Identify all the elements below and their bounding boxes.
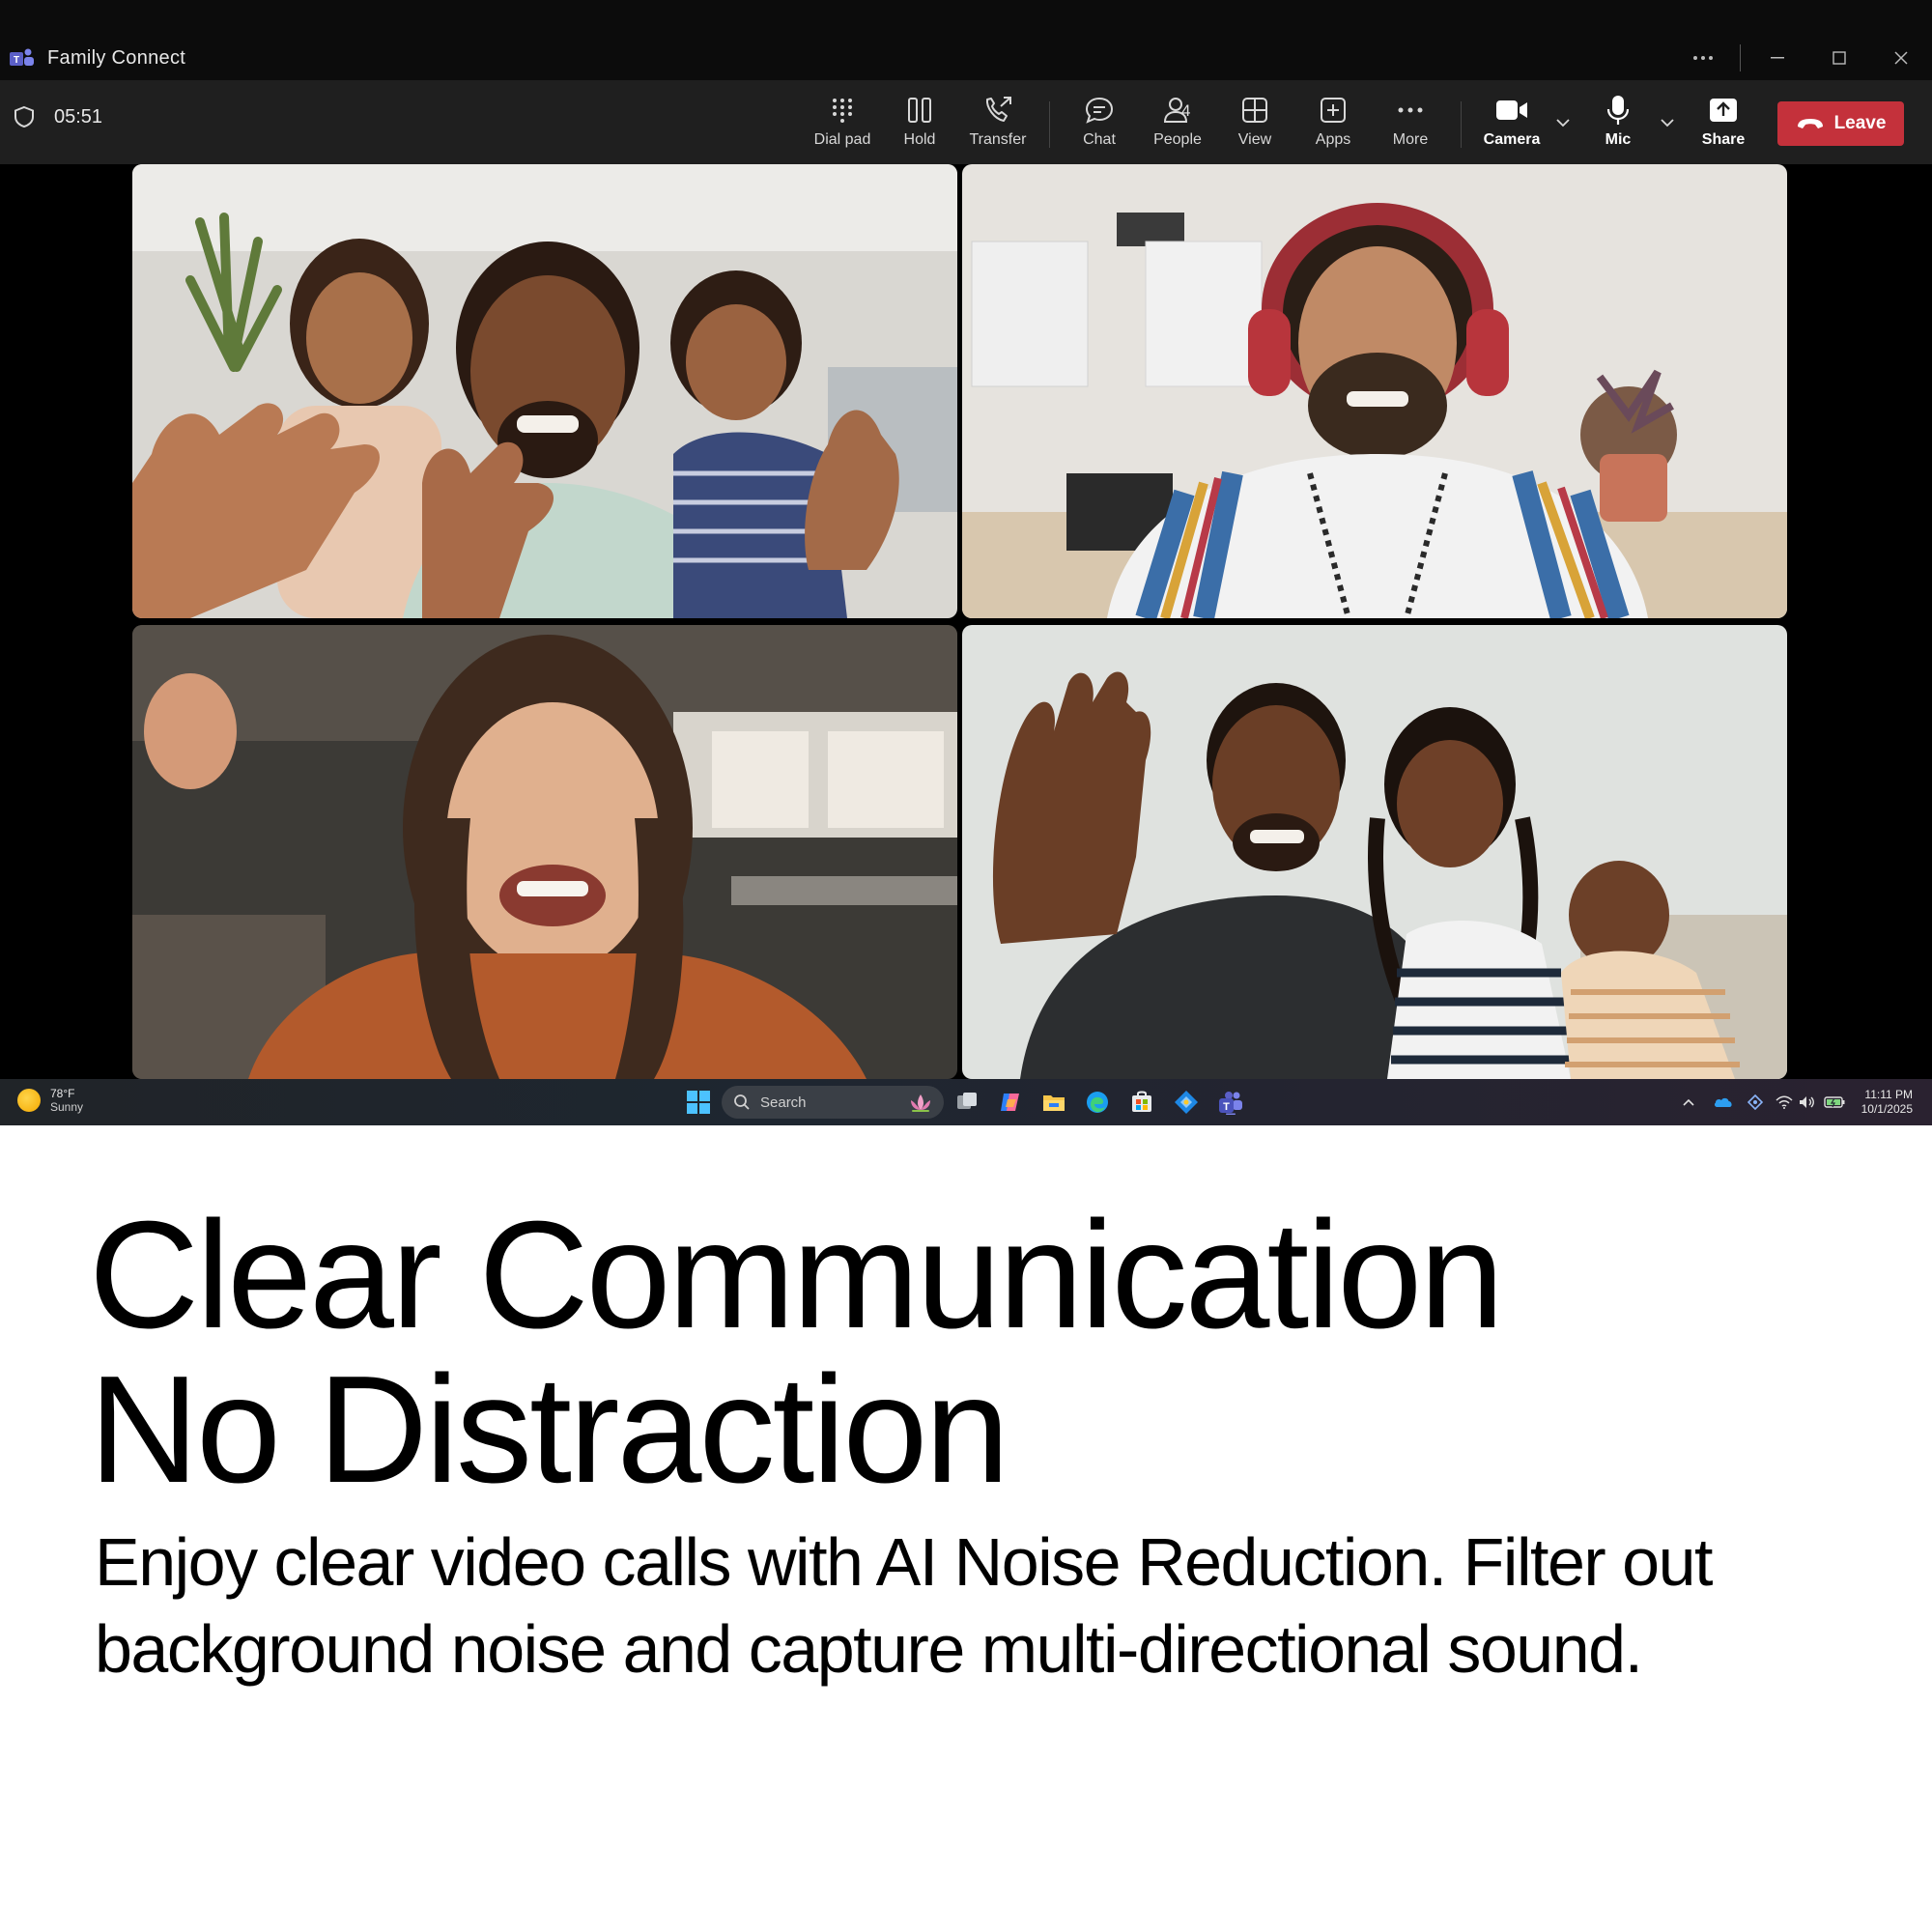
view-button[interactable]: View [1216, 94, 1293, 156]
more-button[interactable]: More [1372, 94, 1449, 156]
headline-line-2: No Distraction [89, 1345, 1009, 1515]
dialpad-button[interactable]: Dial pad [804, 94, 881, 156]
tray-overflow-button[interactable] [1679, 1093, 1698, 1112]
os-taskbar: 78°F Sunny Search T 11:11 PM 10/1/2025 [0, 1079, 1932, 1125]
clock-time: 11:11 PM [1864, 1088, 1913, 1101]
battery-icon [1824, 1096, 1845, 1108]
file-explorer-icon[interactable] [1041, 1090, 1066, 1115]
security-icon [1747, 1094, 1763, 1110]
task-view-icon[interactable] [954, 1090, 980, 1115]
hang-up-icon [1797, 119, 1823, 128]
video-tile-smiling-woman[interactable] [132, 625, 957, 1079]
headline-line-1: Clear Communication [89, 1190, 1504, 1360]
people-count: 4 [1181, 101, 1191, 120]
chat-button[interactable]: Chat [1061, 94, 1138, 156]
mic-options-chevron[interactable] [1658, 113, 1677, 132]
participant-video [962, 625, 1787, 1079]
marketing-subcopy: Enjoy clear video calls with AI Noise Re… [95, 1524, 1713, 1687]
video-tile-family-of-three[interactable] [132, 164, 957, 618]
taskbar-clock[interactable]: 11:11 PM 10/1/2025 [1861, 1088, 1913, 1117]
chevron-up-icon [1683, 1098, 1694, 1106]
teams-call-window: T Family Connect 05:51 Dial pad Hold Tra… [0, 0, 1932, 1125]
shield-icon [14, 105, 34, 128]
people-button[interactable]: People [1139, 94, 1216, 156]
store-icon[interactable] [1129, 1090, 1154, 1115]
taskbar-search-input[interactable]: Search [722, 1086, 944, 1119]
edge-icon[interactable] [1085, 1090, 1110, 1115]
mic-icon [1606, 96, 1630, 125]
call-timer: 05:51 [14, 105, 102, 128]
sun-icon [17, 1089, 41, 1112]
window-controls [1672, 39, 1932, 77]
onedrive-icon [1714, 1097, 1732, 1107]
teams-logo-icon: T [10, 48, 34, 66]
video-tile-man-with-headphones[interactable] [962, 164, 1787, 618]
marketing-headline: Clear Communication No Distraction [89, 1198, 1886, 1507]
chevron-down-icon [1556, 118, 1570, 127]
search-icon [734, 1094, 750, 1110]
more-icon [1398, 107, 1423, 113]
apps-button[interactable]: Apps [1294, 94, 1372, 156]
weather-temperature: 78°F [50, 1087, 75, 1100]
onedrive-tray[interactable] [1712, 1093, 1735, 1112]
volume-icon [1800, 1096, 1814, 1108]
teams-icon[interactable]: T [1218, 1090, 1243, 1115]
grid-view-icon [1242, 98, 1267, 123]
close-icon[interactable] [1870, 39, 1932, 77]
svg-text:T: T [14, 55, 19, 66]
hold-button[interactable]: Hold [881, 94, 958, 156]
weather-condition: Sunny [50, 1100, 84, 1114]
participant-video [132, 164, 957, 618]
start-icon[interactable] [687, 1091, 710, 1114]
clock-date: 10/1/2025 [1861, 1102, 1913, 1116]
mic-button[interactable]: Mic [1579, 94, 1657, 156]
security-tray[interactable] [1745, 1093, 1766, 1112]
camera-options-chevron[interactable] [1553, 113, 1573, 132]
video-tile-family-with-baby[interactable] [962, 625, 1787, 1079]
dialpad-icon [833, 99, 852, 123]
volume-tray[interactable] [1797, 1093, 1818, 1112]
chat-icon [1085, 97, 1114, 124]
call-toolbar: 05:51 Dial pad Hold Transfer Chat People… [0, 80, 1932, 164]
phone-transfer-icon [985, 97, 1011, 122]
minimize-icon[interactable] [1747, 39, 1808, 77]
share-button[interactable]: Share [1685, 94, 1762, 156]
wifi-tray[interactable] [1774, 1093, 1795, 1112]
participant-video [962, 164, 1787, 618]
camera-icon [1496, 100, 1527, 120]
helper-app-icon[interactable] [1174, 1090, 1199, 1115]
transfer-button[interactable]: Transfer [959, 94, 1037, 156]
lotus-icon [911, 1094, 930, 1112]
camera-button[interactable]: Camera [1473, 94, 1550, 156]
leave-button[interactable]: Leave [1777, 101, 1904, 146]
participant-video [132, 625, 957, 1079]
maximize-icon[interactable] [1808, 39, 1870, 77]
battery-tray[interactable] [1822, 1093, 1847, 1112]
title-bar: T Family Connect [0, 0, 1932, 80]
share-icon [1710, 99, 1737, 122]
chevron-down-icon [1661, 118, 1674, 127]
pause-icon [908, 98, 931, 123]
weather-widget[interactable]: 78°F Sunny [17, 1087, 83, 1114]
call-timer-text: 05:51 [54, 105, 103, 128]
window-title: Family Connect [47, 47, 186, 69]
copilot-icon[interactable] [998, 1090, 1023, 1115]
add-app-icon [1321, 98, 1346, 123]
wifi-icon [1776, 1095, 1793, 1109]
svg-text:T: T [1223, 1101, 1230, 1113]
more-icon[interactable] [1672, 39, 1734, 77]
